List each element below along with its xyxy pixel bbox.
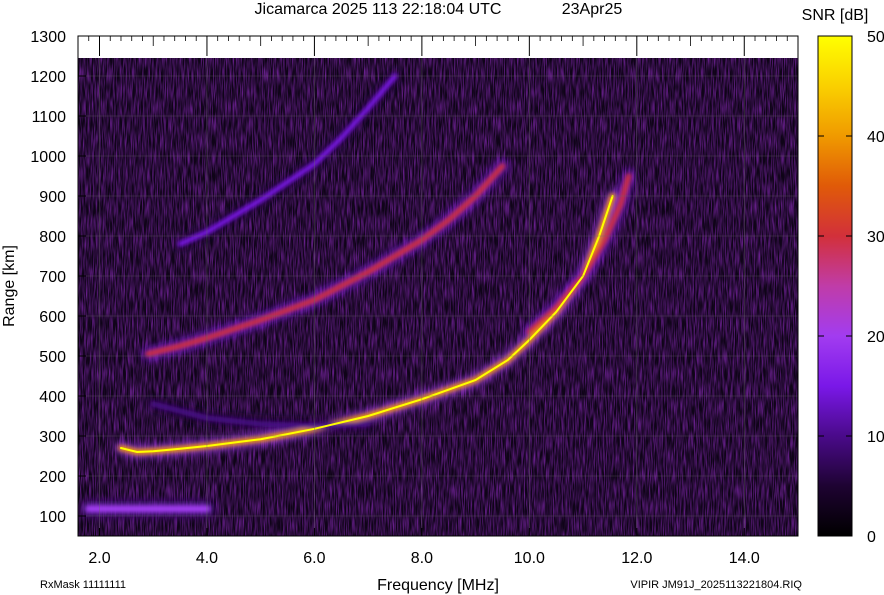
y-tick-label: 1200 [30, 69, 66, 86]
colorbar-tick-label: 20 [867, 329, 884, 346]
colorbar-label: SNR [dB] [802, 7, 869, 24]
y-axis-label: Range [km] [1, 245, 18, 327]
chart-date: 23Apr25 [562, 1, 623, 18]
y-tick-label: 100 [39, 509, 66, 526]
y-tick-label: 600 [39, 309, 66, 326]
colorbar-tick-label: 40 [867, 129, 884, 146]
y-tick-label: 800 [39, 229, 66, 246]
colorbar: SNR [dB] 0 10 20 30 40 50 [802, 7, 884, 546]
plot-area: 2.0 4.0 6.0 8.0 10.0 12.0 14.0 100 200 300 400 500… [30, 29, 799, 567]
colorbar-tick-label: 0 [867, 529, 876, 546]
x-tick-label: 2.0 [88, 550, 110, 567]
x-tick-label: 12.0 [621, 550, 652, 567]
x-tick-label: 14.0 [729, 550, 760, 567]
x-tick-label: 4.0 [196, 550, 218, 567]
y-tick-label: 300 [39, 429, 66, 446]
x-tick-label: 6.0 [303, 550, 325, 567]
x-tick-label: 10.0 [514, 550, 545, 567]
y-tick-label: 900 [39, 189, 66, 206]
colorbar-gradient [817, 35, 853, 537]
ionogram-figure: Jicamarca 2025 113 22:18:04 UTC 23Apr25 … [1, 1, 884, 594]
x-axis-label: Frequency [MHz] [377, 577, 499, 594]
y-tick-label: 500 [39, 349, 66, 366]
noise-texture [78, 58, 798, 536]
chart-title: Jicamarca 2025 113 22:18:04 UTC [255, 1, 502, 18]
colorbar-tick-label: 30 [867, 229, 884, 246]
rxmask-label: RxMask 11111111 [40, 579, 126, 591]
colorbar-tick-label: 50 [867, 29, 884, 46]
y-tick-label: 700 [39, 269, 66, 286]
y-tick-label: 1100 [32, 109, 67, 126]
x-tick-label: 8.0 [411, 550, 433, 567]
y-tick-label: 400 [39, 389, 66, 406]
colorbar-tick-label: 10 [867, 429, 884, 446]
y-tick-label: 1300 [30, 29, 66, 46]
y-tick-label: 200 [39, 469, 66, 486]
filename-label: VIPIR JM91J_2025113221804.RIQ [630, 579, 802, 591]
y-tick-label: 1000 [30, 149, 66, 166]
